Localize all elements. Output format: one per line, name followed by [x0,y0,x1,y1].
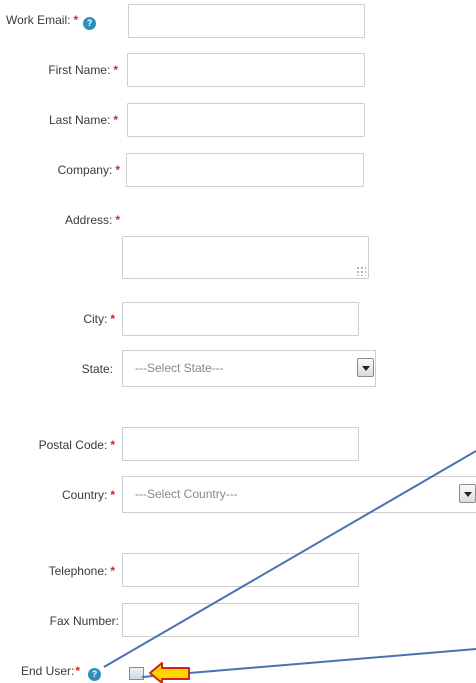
address-textarea[interactable] [122,236,369,279]
required-marker: * [73,13,79,27]
country-label: Country: * [62,487,115,503]
address-label: Address: * [65,212,120,228]
last-name-label-text: Last Name: [48,113,111,127]
required-marker: * [115,213,120,227]
help-icon[interactable]: ? [88,668,102,681]
work-email-label: Work Email: *? [6,12,97,30]
country-label-text: Country: [61,488,108,502]
first-name-input[interactable] [127,53,365,87]
required-marker: * [110,488,115,502]
resize-grip-icon[interactable] [356,266,366,276]
company-label: Company: * [58,162,120,178]
city-label: City: * [83,311,115,327]
last-name-label: Last Name: * [49,112,118,128]
required-marker: * [110,438,115,452]
first-name-label-text: First Name: [48,63,111,77]
required-marker: * [113,113,118,127]
required-marker: * [110,312,115,326]
company-input[interactable] [126,153,364,187]
telephone-label: Telephone: * [49,563,115,579]
address-field-wrap [122,236,369,279]
state-label: State: [82,361,113,377]
callout-line [141,648,476,678]
required-marker: * [113,63,118,77]
work-email-input[interactable] [128,4,365,38]
city-input[interactable] [122,302,359,336]
dropdown-arrow-icon[interactable] [459,484,476,503]
dropdown-arrow-icon[interactable] [357,358,374,377]
state-select-value: ---Select State--- [135,361,224,375]
fax-number-label-text: Fax Number: [49,614,119,628]
help-icon[interactable]: ? [83,17,97,30]
required-marker: * [115,163,120,177]
country-select[interactable]: ---Select Country--- [122,476,476,513]
state-select[interactable]: ---Select State--- [122,350,376,387]
address-label-text: Address: [64,213,113,227]
first-name-label: First Name: * [48,62,118,78]
telephone-input[interactable] [122,553,359,587]
postal-code-label: Postal Code: * [39,437,115,453]
postal-code-label-text: Postal Code: [38,438,108,452]
city-label-text: City: [83,312,108,326]
fax-number-input[interactable] [122,603,359,637]
work-email-label-text: Work Email: [6,13,71,27]
highlight-arrow-icon [149,662,190,683]
end-user-checkbox[interactable] [129,667,144,680]
postal-code-input[interactable] [122,427,359,461]
company-label-text: Company: [57,163,113,177]
end-user-label: End User:*? [21,663,102,681]
required-marker: * [75,664,81,678]
end-user-label-text: End User: [21,664,75,678]
state-label-text: State: [81,362,113,376]
required-marker: * [110,564,115,578]
fax-number-label: Fax Number: [50,613,119,629]
last-name-input[interactable] [127,103,365,137]
country-select-value: ---Select Country--- [135,487,238,501]
telephone-label-text: Telephone: [48,564,108,578]
